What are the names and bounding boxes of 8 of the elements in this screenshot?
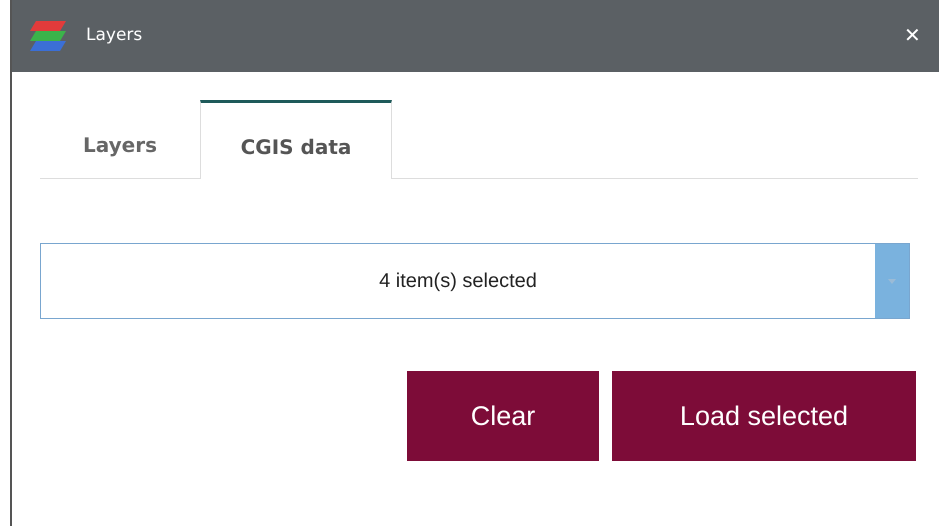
load-button[interactable]: Load selected [612,371,916,461]
tab[interactable]: CGIS data [200,100,392,179]
close-button[interactable]: ✕ [900,21,925,51]
clear-button[interactable]: Clear [407,371,599,461]
caret-icon [888,278,896,284]
window-title: Layers [86,24,142,48]
multi-select-dropdown[interactable]: 4 item(s) selected [40,243,910,319]
layers-icon [28,21,68,51]
